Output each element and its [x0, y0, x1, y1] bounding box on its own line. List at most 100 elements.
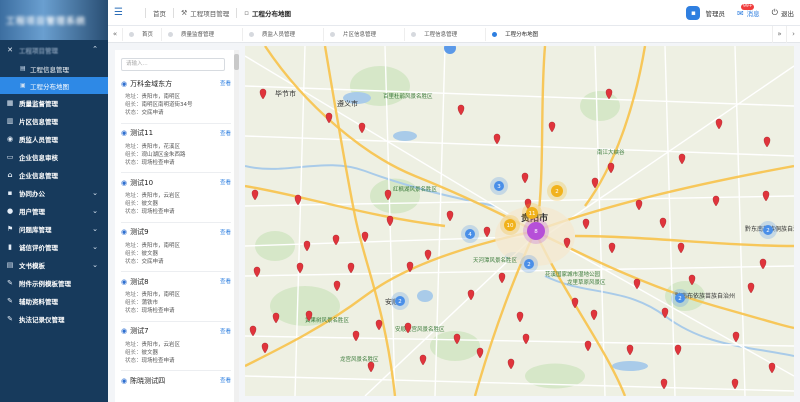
sidebar-group-item[interactable]: ▥ 片区信息管理: [0, 112, 108, 130]
map-cluster-count[interactable]: 2: [678, 296, 682, 302]
messages-button[interactable]: ✉ 99+ 消息: [737, 3, 760, 18]
project-leader: 彼文器: [141, 349, 159, 356]
messages-label: 消息: [746, 10, 760, 18]
map-canvas[interactable]: 毕节市遵义市贵阳市安顺黔东南苗族侗族自治州黔南布依族苗族自治州百里杜鹃风景名胜区…: [245, 46, 794, 396]
sidebar-group-item[interactable]: ⌂ 企业信息管理: [0, 166, 108, 184]
list-item[interactable]: ◉ 陈晓测试四 查看: [121, 375, 231, 386]
map-cluster-count[interactable]: 11: [529, 211, 536, 217]
search-input[interactable]: 请输入...: [121, 58, 225, 71]
list-item[interactable]: ◉ 测试10 查看 地址：贵阳市，云岩区 组长：彼文器 状态：现场检查申请: [121, 177, 231, 216]
tab-item[interactable]: 质监人员管理: [242, 27, 323, 41]
tab-status-dot: [492, 31, 498, 37]
list-item[interactable]: ◉ 万科金域东方 查看 地址：贵阳市，南明区 组长：南明区南明道街34号 状态：交底申请: [121, 78, 231, 117]
map-cluster-count[interactable]: 3: [497, 184, 501, 190]
sidebar-group-item[interactable]: ✎ 附件示例模板管理: [0, 274, 108, 292]
map-water: [417, 290, 433, 302]
tab-item[interactable]: 片区信息管理: [323, 27, 404, 41]
building-icon: ▥: [6, 117, 14, 125]
leader-key: 组长：: [125, 300, 142, 306]
status-key: 状态：: [125, 110, 142, 116]
project-status-row: 状态：现场检查申请: [121, 357, 231, 365]
sidebar-group-item[interactable]: ▮ 诚信评价管理 ⌄: [0, 238, 108, 256]
map-cluster-count[interactable]: 4: [468, 232, 472, 238]
sidebar-group-item[interactable]: ✎ 辅助资料管理: [0, 292, 108, 310]
map-cluster-count[interactable]: 2: [398, 299, 402, 305]
sidebar-group-item[interactable]: ✎ 执法记录仪管理: [0, 310, 108, 328]
sidebar-group-item[interactable]: ▭ 企业信息审核: [0, 148, 108, 166]
list-item[interactable]: ◉ 测试8 查看 地址：贵阳市，南明区 组长：蒲铁市 状态：现场检查申请: [121, 276, 231, 315]
scrollbar-thumb[interactable]: [234, 54, 239, 70]
map-icon: ▣: [20, 81, 26, 89]
status-key: 状态：: [125, 258, 142, 265]
tab-item[interactable]: 质量监督管理: [161, 27, 242, 41]
map-place-label: 龙宫风景名胜区: [340, 355, 379, 363]
tab-item[interactable]: 工程分布地图: [485, 27, 566, 41]
sidebar-item-label: 工程信息管理: [30, 65, 69, 74]
tab-item[interactable]: 工程信息管理: [404, 27, 485, 41]
list-item[interactable]: ◉ 测试11 查看 地址：贵阳市，花溪区 组长：观山湖区金朱西路 状态：现场检查申请: [121, 128, 231, 167]
project-name: 测试10: [130, 178, 154, 187]
sidebar-group-item[interactable]: ◉ 质监人员管理: [0, 130, 108, 148]
sidebar-group-item[interactable]: ▪ 协同办公 ⌄: [0, 184, 108, 202]
project-address: 贵阳市，南明区: [141, 94, 181, 100]
map-cluster-count[interactable]: 2: [766, 228, 770, 234]
tab-label: 质量监督管理: [181, 32, 215, 38]
list-item[interactable]: ◉ 测试9 查看 地址：贵阳市，南明区 组长：彼文器 状态：交底申请: [121, 227, 231, 266]
scrollbar[interactable]: [234, 50, 239, 402]
user-menu[interactable]: ▪ 管理员: [686, 6, 725, 20]
project-status-row: 状态：现场检查申请: [121, 159, 231, 167]
wrench-icon: ✎: [7, 279, 13, 287]
project-map[interactable]: 毕节市遵义市贵阳市安顺黔东南苗族侗族自治州黔南布依族苗族自治州百里杜鹃风景名胜区…: [245, 46, 794, 396]
project-address: 贵阳市，云岩区: [141, 341, 181, 348]
view-link[interactable]: 查看: [220, 376, 231, 384]
map-cluster-count[interactable]: 2: [527, 262, 531, 268]
tab-close-menu-icon[interactable]: ›: [786, 26, 800, 43]
sidebar-group-label: 文书模板: [19, 262, 45, 270]
view-link[interactable]: 查看: [220, 178, 231, 186]
view-link[interactable]: 查看: [220, 129, 231, 137]
user-name: 管理员: [705, 10, 725, 18]
sidebar-group-item[interactable]: ⚑ 问题库管理 ⌄: [0, 220, 108, 238]
view-link[interactable]: 查看: [220, 327, 231, 335]
logo-text: 工程项目管理系统: [6, 16, 87, 27]
breadcrumb-project-mgmt[interactable]: 工程项目管理: [190, 8, 229, 18]
project-address-row: 地址：贵阳市，南明区: [121, 93, 231, 101]
breadcrumb-home[interactable]: 首页: [153, 8, 166, 18]
map-cluster-count[interactable]: 2: [555, 189, 559, 195]
view-link[interactable]: 查看: [220, 79, 231, 87]
tab-label: 工程信息管理: [424, 32, 458, 38]
sidebar-group-item[interactable]: ▦ 质量监督管理: [0, 94, 108, 112]
tab-item[interactable]: 首页: [122, 27, 161, 41]
view-link[interactable]: 查看: [220, 228, 231, 236]
list-divider: [121, 320, 231, 322]
logout-button[interactable]: ⏻ 退出: [772, 8, 794, 18]
user-icon: ●: [6, 207, 14, 215]
chevron-up-icon: ⌃: [92, 45, 98, 53]
project-status: 交底申请: [141, 258, 164, 265]
list-divider: [121, 221, 231, 223]
sidebar-group-label: 企业信息管理: [19, 172, 58, 180]
project-address: 贵阳市，南明区: [141, 292, 181, 298]
tab-scroll-left-icon[interactable]: «: [108, 30, 122, 38]
sidebar-group-item[interactable]: ● 用户管理 ⌄: [0, 202, 108, 220]
address-key: 地址：: [125, 94, 142, 100]
project-leader: 蒲铁市: [141, 300, 159, 306]
sidebar-group-project[interactable]: ✕ 工程项目管理 ⌃: [0, 40, 108, 60]
sidebar-item-project-map[interactable]: ▣ 工程分布地图: [0, 77, 108, 94]
project-address-row: 地址：贵阳市，云岩区: [121, 341, 231, 349]
divider: [173, 7, 174, 18]
list-divider: [121, 172, 231, 173]
map-place-label: 毕节市: [275, 89, 296, 98]
map-cluster-count[interactable]: 10: [507, 223, 514, 229]
divider: [236, 7, 238, 18]
sidebar-group-item[interactable]: ▤ 文书模板 ⌄: [0, 256, 108, 274]
map-cluster-count[interactable]: 8: [534, 229, 538, 235]
tab-scroll-right-icon[interactable]: »: [772, 26, 786, 43]
view-link[interactable]: 查看: [220, 277, 231, 285]
menu-toggle-icon[interactable]: ☰: [114, 7, 130, 18]
sidebar-item-project-info[interactable]: ▤ 工程信息管理: [0, 60, 108, 77]
chart-icon: ▮: [8, 243, 12, 251]
location-pin-icon: ◉: [121, 178, 128, 187]
project-status: 现场检查申请: [141, 308, 175, 314]
list-item[interactable]: ◉ 测试7 查看 地址：贵阳市，云岩区 组长：彼文器 状态：现场检查申请: [121, 326, 231, 365]
